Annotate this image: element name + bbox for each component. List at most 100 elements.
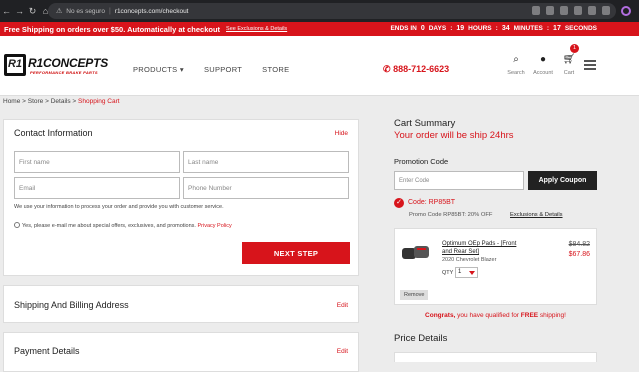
warning-icon[interactable]: ⚠ <box>56 7 62 15</box>
chevron-down-icon <box>469 271 475 275</box>
congrats-middle: you have qualified for <box>455 312 521 319</box>
timer-separator: : <box>450 25 453 32</box>
forward-icon[interactable]: → <box>13 6 26 16</box>
congrats-word: Congrats, <box>425 312 456 319</box>
promo-exclusions-link[interactable]: See Exclusions & Details <box>226 26 287 32</box>
hamburger-menu-icon[interactable] <box>584 60 596 72</box>
ends-in-label: ENDS IN <box>390 25 417 32</box>
days-value: 0 <box>420 25 425 32</box>
email-field[interactable]: Email <box>14 177 180 199</box>
cart-item: Optimum OEp Pads - [Front and Rear Set] … <box>394 228 597 305</box>
phone-number: 888-712-6623 <box>393 64 450 74</box>
cart-count-badge: 1 <box>570 44 579 53</box>
site-logo[interactable]: R1 R1CONCEPTS PERFORMANCE BRAKE PARTS <box>4 50 108 80</box>
search-label: Search <box>507 70 525 76</box>
qty-value: 1 <box>458 269 462 275</box>
profile-avatar-icon[interactable] <box>621 6 631 16</box>
promo-text: Free Shipping on orders over $50. Automa… <box>4 24 221 34</box>
countdown-timer: ENDS IN 0 DAYS : 19 HOURS : 34 MINUTES :… <box>390 25 597 32</box>
address-bar[interactable]: ⚠ No es seguro | r1concepts.com/checkout <box>48 3 616 19</box>
brake-pads-image[interactable] <box>401 243 431 263</box>
cart-icon: 🛒︎ <box>562 54 576 65</box>
promo-code-input[interactable]: Enter Code <box>394 171 524 190</box>
remove-button[interactable]: Remove <box>400 290 429 300</box>
cart-summary-title: Cart Summary <box>394 118 456 129</box>
next-step-button[interactable]: NEXT STEP <box>242 242 350 264</box>
first-name-field[interactable]: First name <box>14 151 180 173</box>
price-details-box <box>394 352 597 362</box>
price-details-title: Price Details <box>394 333 448 344</box>
product-name-link[interactable]: Optimum OEp Pads - [Front and Rear Set] <box>442 240 528 256</box>
search-button[interactable]: ⌕ Search <box>504 54 528 76</box>
logo-mark: R1 <box>4 54 26 76</box>
nav-store[interactable]: STORE <box>262 65 289 74</box>
nav-products[interactable]: PRODUCTS ▾ <box>133 65 184 74</box>
hours-value: 19 <box>456 25 465 32</box>
last-name-field[interactable]: Last name <box>183 151 349 173</box>
vehicle-fitment: 2020 Chevrolet Blazer <box>442 257 497 263</box>
phone-icon: ✆ <box>383 64 391 74</box>
timer-separator: : <box>495 25 498 32</box>
qty-label: QTY <box>442 270 454 276</box>
puzzle-icon[interactable] <box>588 6 596 15</box>
optin-row: Yes, please e-mail me about special offe… <box>14 222 232 229</box>
reload-icon[interactable]: ↻ <box>26 6 39 17</box>
breadcrumb: Home > Store > Details > Shopping Cart <box>3 98 120 105</box>
breadcrumb-store[interactable]: Store <box>28 98 44 105</box>
main-nav: PRODUCTS ▾ SUPPORT STORE <box>133 65 289 74</box>
optin-label: Yes, please e-mail me about special offe… <box>22 223 196 229</box>
breadcrumb-details[interactable]: Details <box>51 98 71 105</box>
seconds-label: SECONDS <box>564 25 597 32</box>
shipping-edit-link[interactable]: Edit <box>337 302 348 309</box>
promo-banner: Free Shipping on orders over $50. Automa… <box>0 22 639 36</box>
browser-toolbar: ← → ↻ ⌂ ⚠ No es seguro | r1concepts.com/… <box>0 0 639 22</box>
account-button[interactable]: ● Account <box>531 54 555 76</box>
url-text: r1concepts.com/checkout <box>114 7 189 15</box>
phone-field[interactable]: Phone Number <box>183 177 349 199</box>
timer-separator: : <box>546 25 550 32</box>
back-icon[interactable]: ← <box>0 6 13 16</box>
congrats-free: FREE <box>520 312 539 319</box>
logo-text: R1CONCEPTS <box>28 56 109 70</box>
seconds-value: 17 <box>553 25 561 32</box>
cart-label: Cart <box>563 70 575 76</box>
breadcrumb-home[interactable]: Home <box>3 98 20 105</box>
apply-coupon-button[interactable]: Apply Coupon <box>528 171 597 190</box>
url-separator: | <box>108 7 111 15</box>
privacy-policy-link[interactable]: Privacy Policy <box>198 223 232 229</box>
sidepanel-icon[interactable] <box>602 6 610 15</box>
phone-link[interactable]: ✆ 888-712-6623 <box>383 64 449 75</box>
optin-radio[interactable] <box>14 222 20 228</box>
minutes-value: 34 <box>501 25 510 32</box>
congrats-end: shipping! <box>538 312 566 319</box>
star-icon[interactable] <box>560 6 568 15</box>
contact-title: Contact Information <box>14 128 93 138</box>
nav-support[interactable]: SUPPORT <box>204 65 242 74</box>
hours-label: HOURS <box>468 25 492 32</box>
extension-icon[interactable] <box>574 6 582 15</box>
share-icon[interactable] <box>546 6 554 15</box>
payment-title: Payment Details <box>14 346 80 356</box>
minutes-label: MINUTES <box>513 25 543 32</box>
cart-button[interactable]: 🛒︎ 1 Cart <box>557 44 581 76</box>
discounted-price: $67.86 <box>568 251 590 258</box>
promo-detail: Promo Code RP85BT: 20% OFF <box>409 212 493 218</box>
insecure-label: No es seguro <box>66 7 105 15</box>
search-icon: ⌕ <box>513 54 519 65</box>
privacy-note: We use your information to process your … <box>14 204 224 210</box>
cart-summary: Cart Summary Your order will be ship 24h… <box>394 118 598 362</box>
applied-code: Code: RP85BT <box>408 199 456 206</box>
payment-edit-link[interactable]: Edit <box>337 348 348 355</box>
logo-tagline: PERFORMANCE BRAKE PARTS <box>30 70 98 75</box>
user-icon: ● <box>539 54 547 65</box>
payment-card: Payment Details Edit <box>3 332 359 372</box>
translate-icon[interactable] <box>532 6 540 15</box>
site-header: R1 R1CONCEPTS PERFORMANCE BRAKE PARTS PR… <box>0 36 639 96</box>
account-label: Account <box>533 70 553 76</box>
check-icon: ✓ <box>394 198 404 208</box>
hide-link[interactable]: Hide <box>335 130 348 137</box>
exclusions-link[interactable]: Exclusions & Details <box>510 212 563 218</box>
original-price: $84.82 <box>568 241 590 248</box>
days-label: DAYS <box>428 25 447 32</box>
qty-select[interactable]: 1 <box>455 267 478 278</box>
